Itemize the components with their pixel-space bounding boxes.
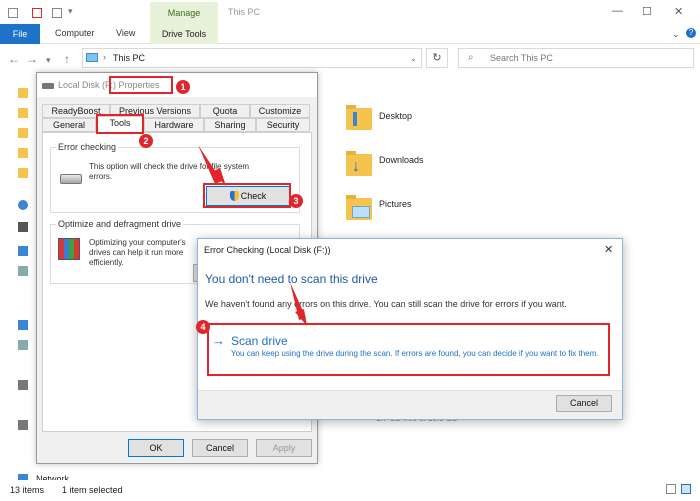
screenshot-root: ▾ Manage This PC — ☐ ✕ File Computer Vie… bbox=[0, 0, 700, 501]
error-dialog-cancel-button[interactable]: Cancel bbox=[556, 395, 612, 412]
arrow-head-scan bbox=[295, 309, 307, 326]
annotation-arrow-scan bbox=[290, 282, 307, 326]
